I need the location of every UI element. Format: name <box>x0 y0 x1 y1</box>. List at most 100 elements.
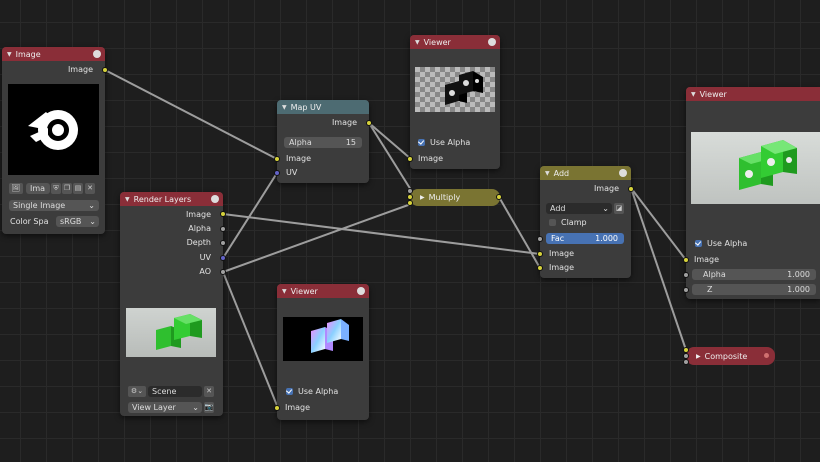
collapse-icon[interactable]: ▼ <box>125 196 130 203</box>
rl-alpha-socket[interactable] <box>220 226 226 232</box>
collapse-icon[interactable]: ▶ <box>420 194 425 201</box>
image-type-icon[interactable]: 🖼 <box>9 183 23 194</box>
viewer-right-image-socket[interactable] <box>683 257 689 263</box>
scene-clear-icon[interactable]: ✕ <box>204 386 214 397</box>
composite-title: Composite <box>704 351 748 361</box>
collapse-icon[interactable]: ▼ <box>545 170 550 177</box>
viewer-bottom-use-alpha-checkbox[interactable] <box>286 388 293 395</box>
add-image1-socket[interactable] <box>537 251 543 257</box>
add-clamp-checkbox[interactable] <box>549 219 556 226</box>
open-folder-icon[interactable]: ▤ <box>73 183 83 194</box>
rl-image-socket[interactable] <box>220 211 226 217</box>
green-cubes-image <box>739 140 797 190</box>
image-node[interactable]: ▼ Image Image 🖼 Ima ⛨ ❐ ▤ ✕ Single Image… <box>2 47 108 234</box>
render-layers-header[interactable]: ▼ Render Layers <box>120 192 223 206</box>
rl-ao-socket[interactable] <box>220 269 226 275</box>
viewer-top-node[interactable]: ▼ Viewer Use Alpha Image <box>407 35 500 169</box>
add-output-socket[interactable] <box>628 186 634 192</box>
link-rl-ao-to-viewer <box>222 271 279 409</box>
viewer-bottom-header[interactable]: ▼ Viewer <box>277 284 369 298</box>
image-node-header[interactable]: ▼ Image <box>2 47 105 61</box>
collapse-icon[interactable]: ▼ <box>415 39 420 46</box>
render-icon[interactable]: 📷 <box>204 402 214 413</box>
fake-user-icon[interactable]: ⛨ <box>51 183 61 194</box>
viewer-right-alpha-slider[interactable]: Alpha 1.000 <box>692 269 816 280</box>
viewer-top-title: Viewer <box>423 37 451 47</box>
collapse-icon[interactable]: ▼ <box>7 51 12 58</box>
node-editor-canvas[interactable]: ▼ Image Image 🖼 Ima ⛨ ❐ ▤ ✕ Single Image… <box>0 0 820 462</box>
map-uv-alpha-slider[interactable]: Alpha 15 <box>284 137 362 148</box>
viewer-right-use-alpha-checkbox[interactable] <box>695 240 702 247</box>
map-uv-image-socket[interactable] <box>274 156 280 162</box>
black-cubes-image <box>445 71 483 105</box>
multiply-node[interactable]: ▶ Multiply <box>407 188 502 206</box>
viewer-top-input-label: Image <box>418 154 444 163</box>
add-output-label: Image <box>593 184 619 193</box>
link-add-to-viewer <box>630 187 687 261</box>
collapse-icon[interactable]: ▶ <box>696 353 701 360</box>
add-header[interactable]: ▼ Add <box>540 166 631 180</box>
add-blend-mode-dropdown[interactable]: Add ⌄ <box>546 203 612 214</box>
map-uv-input-image-label: Image <box>286 154 312 163</box>
add-fac-slider[interactable]: Fac 1.000 <box>546 233 624 244</box>
add-node[interactable]: ▼ Add Image Add ⌄ ◪ Clamp Fac 1.000 Imag… <box>537 166 634 278</box>
view-layer-dropdown[interactable]: View Layer ⌄ <box>128 402 202 413</box>
image-name-field[interactable]: Ima <box>26 183 50 194</box>
render-layers-title: Render Layers <box>133 194 192 204</box>
viewer-bottom-title: Viewer <box>290 286 318 296</box>
collapse-icon[interactable]: ▼ <box>282 104 287 111</box>
scene-type-icon[interactable]: ⚙⌄ <box>128 386 146 397</box>
composite-node[interactable]: ▶ Composite <box>683 347 775 365</box>
viewer-top-use-alpha-checkbox[interactable] <box>418 139 425 146</box>
viewer-right-node[interactable]: ▼ Viewer Use Alpha Image Alpha 1.000 Z 1… <box>683 87 820 299</box>
map-uv-uv-socket[interactable] <box>274 170 280 176</box>
rl-output-depth: Depth <box>186 238 211 247</box>
viewer-right-header[interactable]: ▼ Viewer <box>686 87 820 101</box>
rl-uv-socket[interactable] <box>220 255 226 261</box>
viewer-bottom-image-socket[interactable] <box>274 405 280 411</box>
use-alpha-toggle-icon[interactable]: ◪ <box>614 203 624 214</box>
rl-output-image: Image <box>185 210 211 219</box>
add-image2-socket[interactable] <box>537 265 543 271</box>
link-mapuv-to-multiply <box>368 122 412 191</box>
globe-icon <box>764 353 769 358</box>
rl-depth-socket[interactable] <box>220 240 226 246</box>
add-fac-socket[interactable] <box>537 236 543 242</box>
viewer-bottom-preview <box>283 317 363 361</box>
map-uv-node[interactable]: ▼ Map UV Image Alpha 15 Image UV <box>274 100 372 183</box>
globe-icon <box>357 287 365 295</box>
image-output-label: Image <box>67 65 93 74</box>
multiply-image2-socket[interactable] <box>407 200 413 206</box>
viewer-top-image-socket[interactable] <box>407 156 413 162</box>
map-uv-output-label: Image <box>331 118 357 127</box>
unlink-icon[interactable]: ✕ <box>85 183 95 194</box>
viewer-bottom-use-alpha-label: Use Alpha <box>298 387 339 396</box>
add-clamp-label: Clamp <box>561 218 587 227</box>
viewer-top-header[interactable]: ▼ Viewer <box>410 35 500 49</box>
chevron-down-icon: ⌄ <box>192 403 199 412</box>
image-output-socket[interactable] <box>102 67 108 73</box>
viewer-right-z-socket[interactable] <box>683 287 689 293</box>
duplicate-icon[interactable]: ❐ <box>62 183 72 194</box>
link-mapuv-to-viewer <box>368 122 412 160</box>
viewer-right-alpha-socket[interactable] <box>683 272 689 278</box>
globe-icon <box>619 169 627 177</box>
rl-output-alpha: Alpha <box>188 224 211 233</box>
link-rl-ao-to-multiply <box>222 203 412 273</box>
map-uv-output-socket[interactable] <box>366 120 372 126</box>
collapse-icon[interactable]: ▼ <box>691 91 696 98</box>
multiply-output-socket[interactable] <box>496 194 502 200</box>
map-uv-header[interactable]: ▼ Map UV <box>277 100 369 114</box>
collapse-icon[interactable]: ▼ <box>282 288 287 295</box>
viewer-right-z-slider[interactable]: Z 1.000 <box>692 284 816 295</box>
rl-output-uv: UV <box>199 253 211 262</box>
render-layers-node[interactable]: ▼ Render Layers Image Alpha Depth UV AO … <box>120 192 226 416</box>
viewer-bottom-node[interactable]: ▼ Viewer Use Alpha Image <box>274 284 369 420</box>
colorspace-dropdown[interactable]: sRGB ⌄ <box>56 216 99 227</box>
colorspace-label: Color Spa <box>10 217 49 226</box>
add-input-image2-label: Image <box>549 263 575 272</box>
composite-z-socket[interactable] <box>683 359 689 365</box>
scene-field[interactable]: Scene <box>148 386 202 397</box>
image-source-dropdown[interactable]: Single Image ⌄ <box>9 200 99 211</box>
add-input-image1-label: Image <box>549 249 575 258</box>
